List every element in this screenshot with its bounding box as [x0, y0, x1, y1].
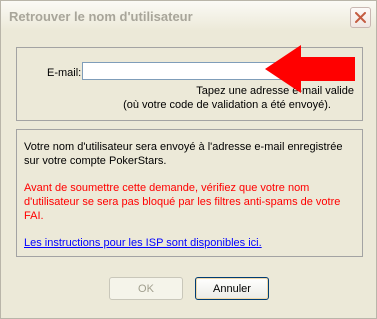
- email-label: E-mail:: [47, 67, 82, 79]
- close-button[interactable]: [350, 7, 371, 28]
- window-title: Retrouver le nom d'utilisateur: [9, 9, 193, 24]
- cancel-button[interactable]: Annuler: [195, 277, 269, 300]
- warning-text: Avant de soumettre cette demande, vérifi…: [24, 182, 341, 222]
- close-icon: [355, 12, 366, 23]
- dialog-window: Retrouver le nom d'utilisateur E-mail: T…: [0, 0, 377, 319]
- isp-instructions-link[interactable]: Les instructions pour les ISP sont dispo…: [24, 237, 262, 249]
- title-bar: Retrouver le nom d'utilisateur: [1, 1, 376, 31]
- ok-button[interactable]: OK: [109, 277, 183, 300]
- email-hint-line2: (où votre code de validation a été envoy…: [123, 99, 331, 111]
- red-arrow-icon: [265, 45, 355, 93]
- info-text: Votre nom d'utilisateur sera envoyé à l'…: [24, 141, 343, 167]
